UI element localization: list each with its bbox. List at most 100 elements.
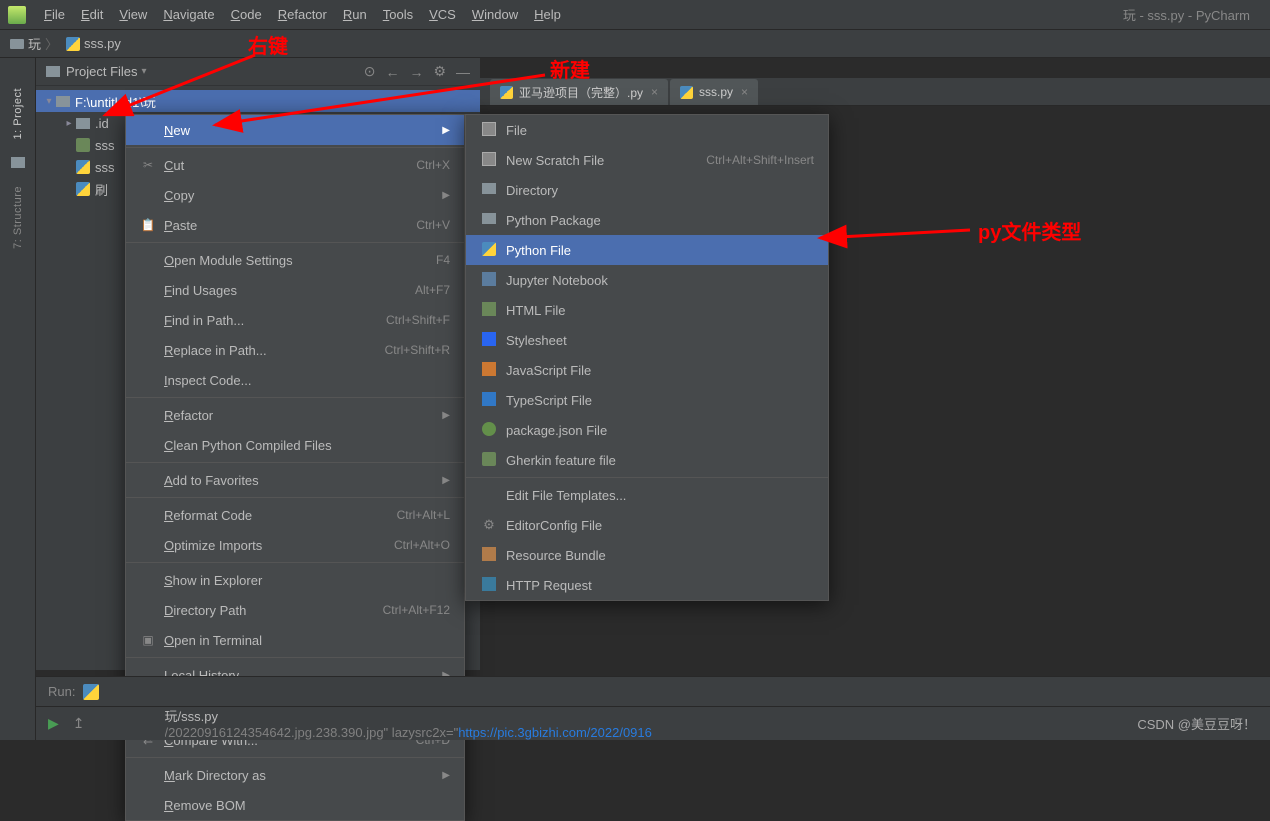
ctx-find-in-path-[interactable]: Find in Path...Ctrl+Shift+F: [126, 305, 464, 335]
folder-icon: [10, 39, 24, 49]
ctx-item-label: Find in Path...: [164, 313, 386, 328]
menu-refactor[interactable]: Refactor: [270, 7, 335, 22]
menu-navigate[interactable]: Navigate: [155, 7, 222, 22]
new-resource-bundle[interactable]: Resource Bundle: [466, 540, 828, 570]
new-gherkin-feature-file[interactable]: Gherkin feature file: [466, 445, 828, 475]
watermark: CSDN @美豆豆呀！: [1137, 714, 1256, 733]
ic-ts-icon: [480, 392, 498, 409]
ctx-find-usages[interactable]: Find UsagesAlt+F7: [126, 275, 464, 305]
chevron-right-icon[interactable]: ▸: [62, 118, 76, 129]
new-http-request[interactable]: HTTP Request: [466, 570, 828, 600]
editor-tabs: 亚马逊项目（完整）.py×sss.py×: [480, 78, 1270, 106]
ic-js-icon: [480, 362, 498, 379]
ctx-mark-directory-as[interactable]: Mark Directory as▶: [126, 760, 464, 790]
new-new-scratch-file[interactable]: New Scratch FileCtrl+Alt+Shift+Insert: [466, 145, 828, 175]
python-icon: [680, 86, 693, 99]
run-toolwindow-header[interactable]: Run:: [36, 676, 1270, 706]
submenu-item-label: HTTP Request: [506, 578, 814, 593]
ctx-item-label: Cut: [164, 158, 416, 173]
submenu-item-label: File: [506, 123, 814, 138]
ctx-item-label: Replace in Path...: [164, 343, 385, 358]
menu-file[interactable]: File: [36, 7, 73, 22]
menu-code[interactable]: Code: [223, 7, 270, 22]
ctx-reformat-code[interactable]: Reformat CodeCtrl+Alt+L: [126, 500, 464, 530]
ctx-new[interactable]: New▶: [126, 115, 464, 145]
new-editorconfig-file[interactable]: ⚙EditorConfig File: [466, 510, 828, 540]
submenu-arrow-icon: ▶: [442, 410, 450, 421]
menu-tools[interactable]: Tools: [375, 7, 421, 22]
context-submenu-new: File New Scratch FileCtrl+Alt+Shift+Inser…: [465, 114, 829, 601]
gear-icon[interactable]: ⚙: [433, 63, 446, 80]
new-edit-file-templates-[interactable]: Edit File Templates...: [466, 480, 828, 510]
ctx-remove-bom[interactable]: Remove BOM: [126, 790, 464, 820]
ctx-cut[interactable]: ✂CutCtrl+X: [126, 150, 464, 180]
collapse-icon[interactable]: —: [456, 64, 470, 80]
ctx-refactor[interactable]: Refactor▶: [126, 400, 464, 430]
app-icon: [8, 6, 26, 24]
new-python-package[interactable]: Python Package: [466, 205, 828, 235]
new-package-json-file[interactable]: package.json File: [466, 415, 828, 445]
ctx-clean-python-compiled-files[interactable]: Clean Python Compiled Files: [126, 430, 464, 460]
menu-help[interactable]: Help: [526, 7, 569, 22]
ctx-item-label: Directory Path: [164, 603, 383, 618]
chevron-down-icon[interactable]: ▾: [42, 96, 56, 107]
close-icon[interactable]: ×: [741, 85, 748, 99]
new-directory[interactable]: Directory: [466, 175, 828, 205]
ctx-optimize-imports[interactable]: Optimize ImportsCtrl+Alt+O: [126, 530, 464, 560]
crumb-file[interactable]: sss.py: [84, 36, 121, 51]
new-python-file[interactable]: Python File: [466, 235, 828, 265]
ctx-directory-path[interactable]: Directory PathCtrl+Alt+F12: [126, 595, 464, 625]
submenu-item-label: Resource Bundle: [506, 548, 814, 563]
ic-gear-icon: ⚙: [480, 517, 498, 533]
submenu-arrow-icon: ▶: [442, 190, 450, 201]
ctx-paste[interactable]: 📋PasteCtrl+V: [126, 210, 464, 240]
ctx-item-label: Open Module Settings: [164, 253, 436, 268]
shortcut-label: Ctrl+Alt+F12: [383, 603, 450, 617]
ctx-copy[interactable]: Copy▶: [126, 180, 464, 210]
menu-vcs[interactable]: VCS: [421, 7, 464, 22]
menu-view[interactable]: View: [111, 7, 155, 22]
ctx-add-to-favorites[interactable]: Add to Favorites▶: [126, 465, 464, 495]
new-typescript-file[interactable]: TypeScript File: [466, 385, 828, 415]
ctx-open-in-terminal[interactable]: ▣Open in Terminal: [126, 625, 464, 655]
crumb-root[interactable]: 玩: [28, 34, 41, 53]
rerun-icon[interactable]: ↥: [73, 715, 85, 732]
new-jupyter-notebook[interactable]: Jupyter Notebook: [466, 265, 828, 295]
toolwin-structure[interactable]: 7: Structure: [12, 186, 24, 249]
menu-window[interactable]: Window: [464, 7, 526, 22]
menu-run[interactable]: Run: [335, 7, 375, 22]
shortcut-label: Ctrl+Alt+Shift+Insert: [706, 153, 814, 167]
tree-root-label: F:\untitled1\玩: [75, 92, 156, 111]
shortcut-label: Ctrl+Shift+R: [385, 343, 450, 357]
ctx-show-in-explorer[interactable]: Show in Explorer: [126, 565, 464, 595]
folder-icon[interactable]: [11, 157, 25, 168]
submenu-item-label: Gherkin feature file: [506, 453, 814, 468]
chevron-down-icon[interactable]: ▾: [142, 66, 147, 77]
new-javascript-file[interactable]: JavaScript File: [466, 355, 828, 385]
ctx-item-label: Remove BOM: [164, 798, 450, 813]
ctx-replace-in-path-[interactable]: Replace in Path...Ctrl+Shift+R: [126, 335, 464, 365]
toolwin-project[interactable]: 1: Project: [12, 88, 24, 139]
project-scope-label[interactable]: Project Files: [66, 64, 138, 79]
menu-edit[interactable]: Edit: [73, 7, 111, 22]
ic-html-icon: [480, 302, 498, 319]
tree-item-label: .id: [95, 116, 109, 131]
submenu-item-label: JavaScript File: [506, 363, 814, 378]
tree-root-row[interactable]: ▾ F:\untitled1\玩: [36, 90, 480, 112]
back-icon[interactable]: ←: [385, 64, 399, 80]
new-html-file[interactable]: HTML File: [466, 295, 828, 325]
editor-tab[interactable]: sss.py×: [670, 79, 758, 105]
ctx-item-label: Add to Favorites: [164, 473, 442, 488]
new-stylesheet[interactable]: Stylesheet: [466, 325, 828, 355]
submenu-item-label: Python File: [506, 243, 814, 258]
close-icon[interactable]: ×: [651, 85, 658, 99]
submenu-item-label: Stylesheet: [506, 333, 814, 348]
ic-http-icon: [480, 577, 498, 594]
run-icon[interactable]: ▶: [48, 715, 59, 732]
target-icon[interactable]: ⊙: [364, 63, 376, 80]
ctx-open-module-settings[interactable]: Open Module SettingsF4: [126, 245, 464, 275]
new-file[interactable]: File: [466, 115, 828, 145]
ctx-inspect-code-[interactable]: Inspect Code...: [126, 365, 464, 395]
forward-icon[interactable]: →: [409, 64, 423, 80]
ic-jup-icon: [480, 272, 498, 289]
